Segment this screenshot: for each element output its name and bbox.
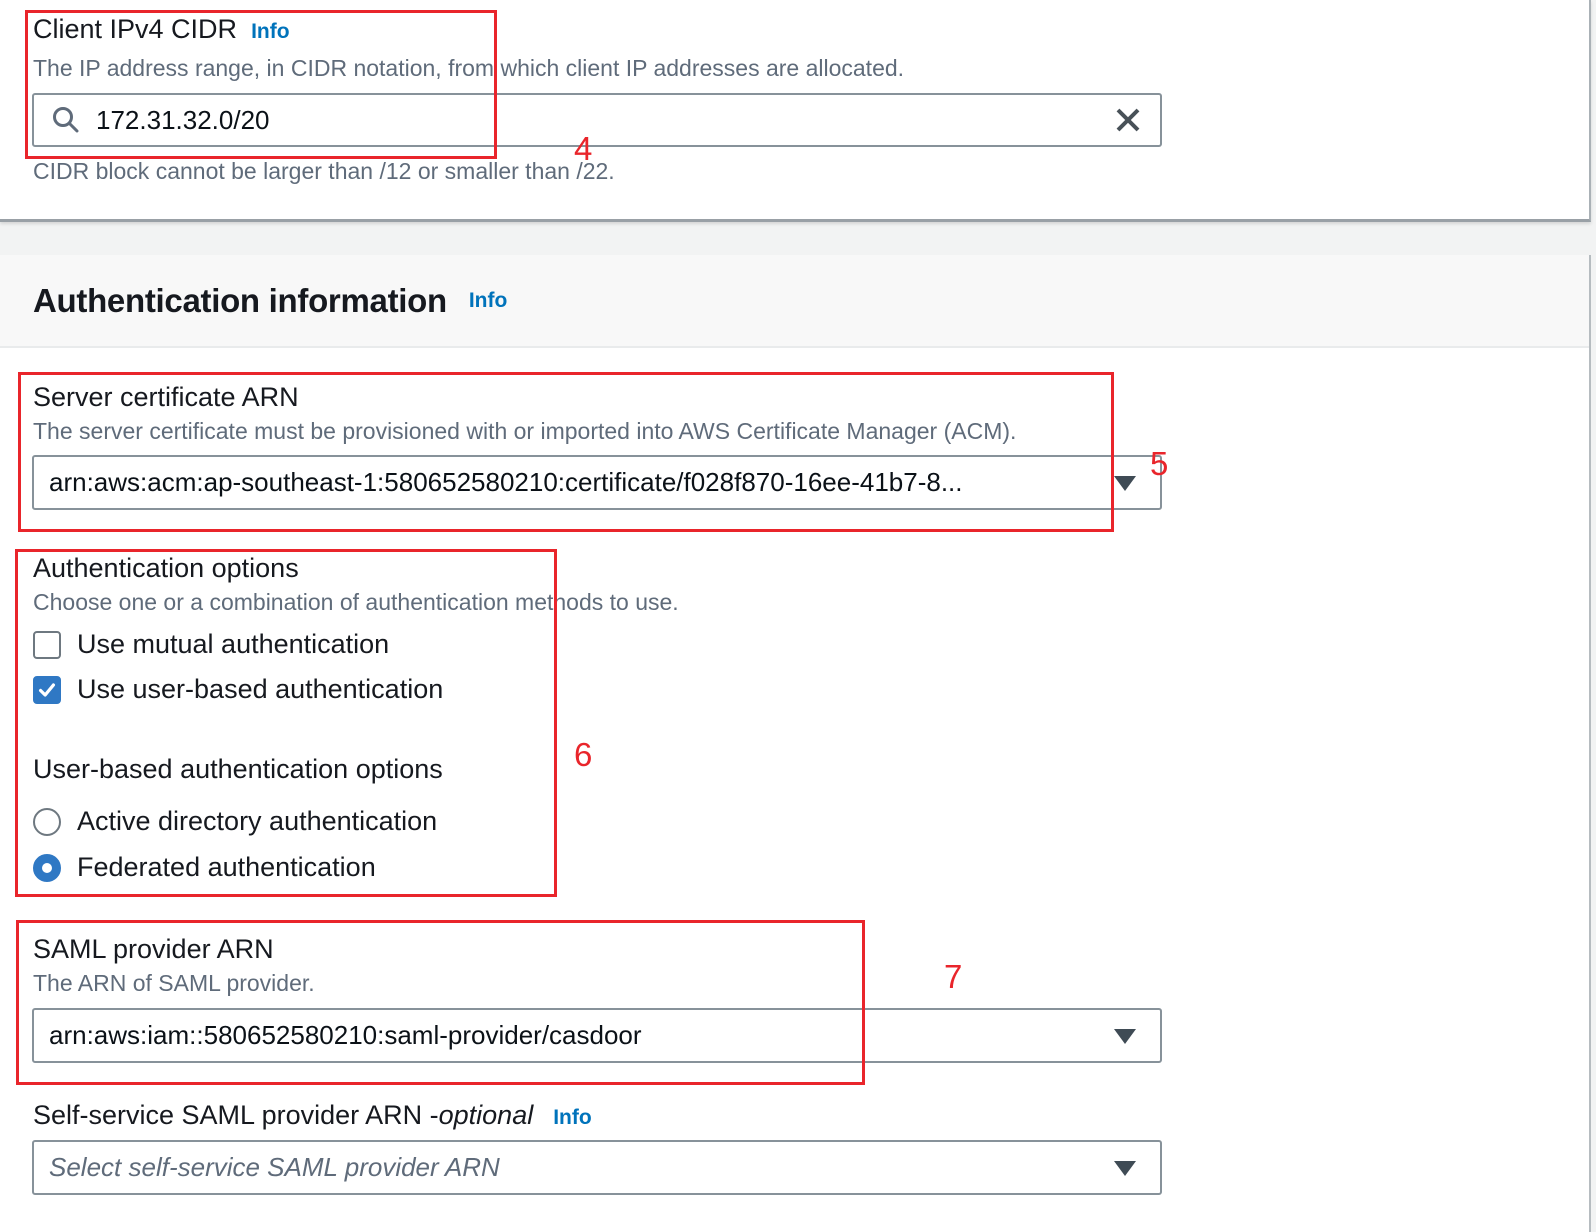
authentication-card: Authentication information Info Server c… [0, 255, 1591, 1232]
federated-auth-radio-row[interactable]: Federated authentication [33, 852, 376, 883]
saml-provider-select-value: arn:aws:iam::580652580210:saml-provider/… [49, 1020, 642, 1050]
authentication-section-title: Authentication information [33, 281, 447, 319]
client-cidr-input[interactable] [96, 95, 1104, 145]
caret-down-icon [1114, 1028, 1136, 1044]
user-based-auth-checkbox-row[interactable]: Use user-based authentication [33, 674, 443, 705]
self-service-optional-label: optional [438, 1100, 534, 1130]
self-service-info-link[interactable]: Info [553, 1106, 591, 1130]
active-directory-radio[interactable] [33, 807, 61, 836]
client-cidr-label: Client IPv4 CIDR [33, 14, 238, 44]
client-cidr-info-link[interactable]: Info [251, 20, 289, 44]
auth-options-label: Authentication options [33, 553, 299, 583]
self-service-select[interactable]: Select self-service SAML provider ARN [32, 1140, 1162, 1195]
federated-auth-radio[interactable] [33, 853, 61, 882]
federated-auth-radio-label[interactable]: Federated authentication [77, 852, 376, 883]
saml-provider-description: The ARN of SAML provider. [33, 970, 315, 996]
mutual-auth-checkbox[interactable] [33, 630, 61, 659]
user-based-options-label: User-based authentication options [33, 754, 443, 784]
client-cidr-constraint: CIDR block cannot be larger than /12 or … [33, 158, 615, 184]
search-icon [50, 104, 82, 136]
authentication-section-header: Authentication information Info [0, 255, 1589, 348]
caret-down-icon [1114, 475, 1136, 491]
client-cidr-description: The IP address range, in CIDR notation, … [33, 55, 905, 81]
client-cidr-input-wrapper [32, 93, 1162, 147]
server-cert-select[interactable]: arn:aws:acm:ap-southeast-1:580652580210:… [32, 455, 1162, 510]
saml-provider-label-row: SAML provider ARN [33, 934, 274, 965]
server-cert-label-row: Server certificate ARN [33, 382, 299, 413]
active-directory-radio-row[interactable]: Active directory authentication [33, 806, 437, 837]
server-cert-description: The server certificate must be provision… [33, 418, 1017, 444]
client-cidr-card: Client IPv4 CIDR Info The IP address ran… [0, 0, 1591, 222]
user-based-auth-checkbox[interactable] [33, 675, 61, 704]
saml-provider-label: SAML provider ARN [33, 934, 274, 964]
check-icon [38, 682, 56, 697]
self-service-label-row: Self-service SAML provider ARN - optiona… [33, 1100, 592, 1131]
clear-x-icon[interactable] [1114, 106, 1142, 134]
auth-options-label-row: Authentication options [33, 553, 299, 584]
server-cert-select-value: arn:aws:acm:ap-southeast-1:580652580210:… [49, 467, 963, 497]
active-directory-radio-label[interactable]: Active directory authentication [77, 806, 437, 837]
mutual-auth-checkbox-label[interactable]: Use mutual authentication [77, 629, 389, 660]
server-cert-label: Server certificate ARN [33, 382, 299, 412]
client-cidr-label-row: Client IPv4 CIDR Info [33, 14, 290, 45]
user-based-options-label-row: User-based authentication options [33, 754, 443, 785]
saml-provider-select[interactable]: arn:aws:iam::580652580210:saml-provider/… [32, 1008, 1162, 1063]
self-service-select-placeholder: Select self-service SAML provider ARN [49, 1152, 500, 1182]
self-service-label: Self-service SAML provider ARN - [33, 1100, 439, 1130]
caret-down-icon [1114, 1160, 1136, 1176]
user-based-auth-checkbox-label[interactable]: Use user-based authentication [77, 674, 443, 705]
mutual-auth-checkbox-row[interactable]: Use mutual authentication [33, 629, 389, 660]
auth-options-description: Choose one or a combination of authentic… [33, 589, 679, 615]
authentication-info-link[interactable]: Info [469, 289, 507, 313]
